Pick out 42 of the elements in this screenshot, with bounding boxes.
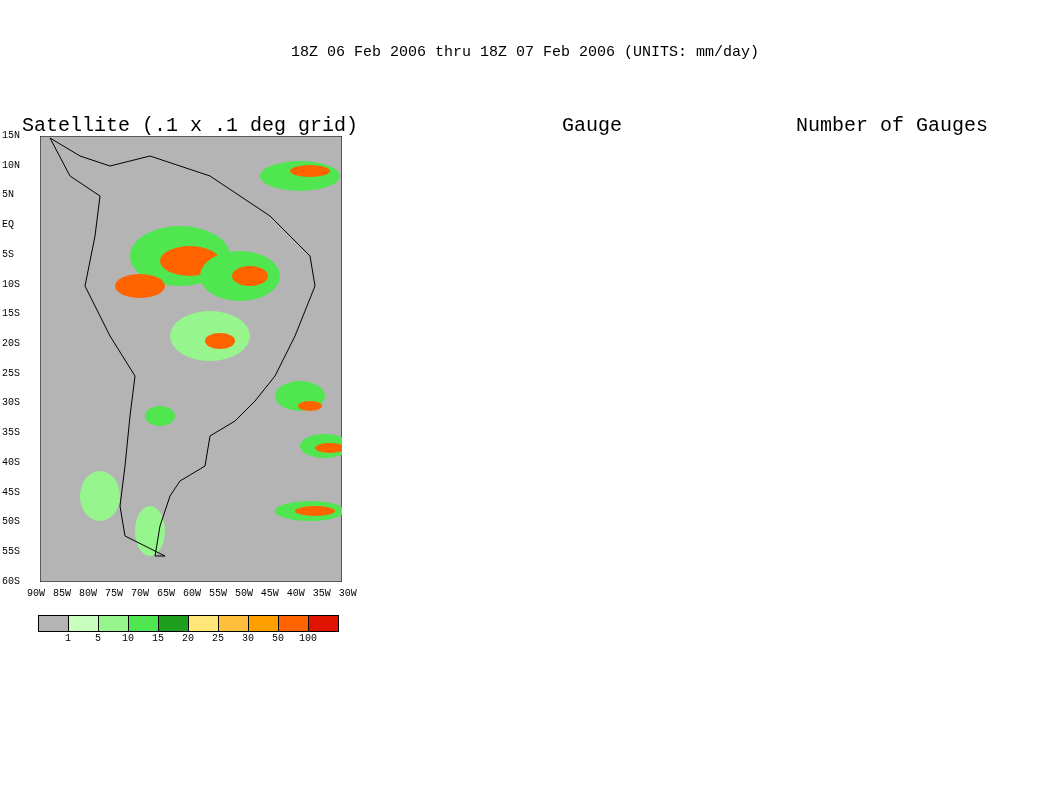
legend-label: 10 — [122, 633, 134, 644]
longitude-label: 50W — [234, 588, 253, 600]
longitude-label: 40W — [286, 588, 305, 600]
longitude-label: 60W — [182, 588, 201, 600]
longitude-label: 30W — [338, 588, 357, 600]
panel-title: Number of Gauges — [796, 114, 988, 136]
latitude-label: 5N — [2, 189, 14, 202]
longitude-label: 80W — [78, 588, 97, 600]
longitude-label: 70W — [130, 588, 149, 600]
longitude-label: 45W — [260, 588, 279, 600]
legend-label: 15 — [152, 633, 164, 644]
latitude-label: 10S — [2, 278, 20, 291]
latitude-label: 55S — [2, 546, 20, 559]
plot-title: 18Z 06 Feb 2006 thru 18Z 07 Feb 2006 (UNITS: mm/day) — [289, 43, 761, 63]
legend-label: 25 — [212, 633, 224, 644]
longitude-label: 85W — [53, 588, 71, 600]
latitude-label: 30S — [2, 397, 20, 410]
latitude-label: 20S — [2, 338, 20, 351]
latitude-label: 45S — [2, 486, 20, 499]
panel-title: Satellite (.1 x .1 deg grid) — [22, 114, 359, 136]
latitude-label: 50S — [2, 516, 20, 529]
latitude-label: EQ — [2, 219, 14, 232]
latitude-label: 25S — [2, 367, 20, 380]
latitude-label: 35S — [2, 427, 20, 440]
latitude-label: 10N — [2, 159, 20, 172]
longitude-label: 75W — [104, 588, 123, 600]
legend-label: 5 — [95, 633, 101, 644]
longitude-label: 65W — [156, 588, 175, 600]
latitude-label: 15S — [2, 308, 20, 321]
legend-label: 1 — [65, 633, 71, 644]
legend-label: 20 — [182, 633, 194, 644]
legend-label: 30 — [242, 633, 254, 644]
longitude-label: 90W — [27, 588, 45, 600]
legend-label: 100 — [299, 633, 317, 644]
longitude-label: 35W — [312, 588, 331, 600]
latitude-label: 40S — [2, 456, 20, 469]
latitude-label: 15N — [2, 130, 20, 142]
latitude-label: 60S — [2, 575, 20, 588]
latitude-label: 5S — [2, 248, 14, 261]
longitude-label: 55W — [208, 588, 227, 600]
legend-label: 50 — [272, 633, 284, 644]
panel-title: Gauge — [562, 114, 622, 136]
